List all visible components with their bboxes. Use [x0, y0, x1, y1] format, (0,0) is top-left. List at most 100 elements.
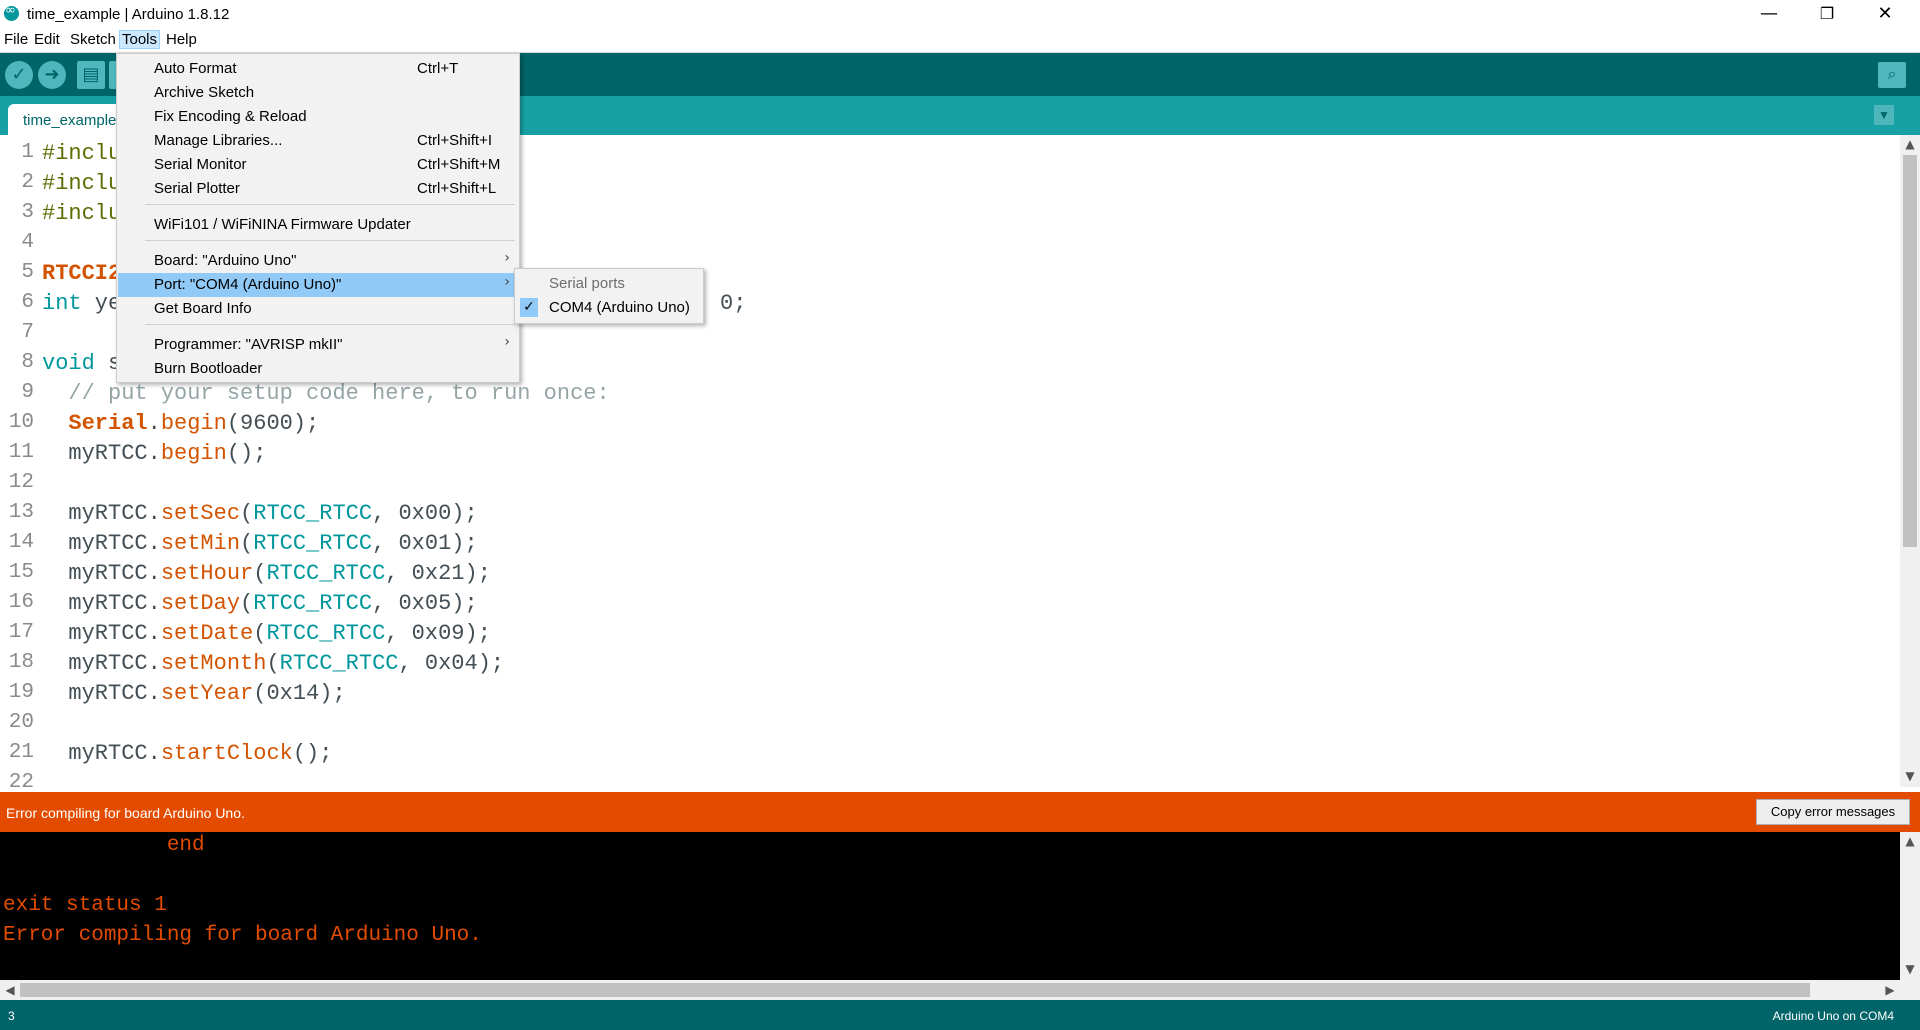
code-text: Serial.begin(9600);: [68, 411, 320, 436]
menu-item-archive-sketch[interactable]: Archive Sketch: [118, 81, 518, 105]
submenu-arrow-icon: ›: [504, 334, 510, 350]
serial-monitor-button[interactable]: ⌕: [1878, 62, 1906, 88]
copy-error-messages-button[interactable]: Copy error messages: [1756, 799, 1910, 825]
line-number: 22: [8, 771, 34, 787]
menu-item-label: Serial Plotter: [154, 180, 240, 197]
menu-item-auto-format[interactable]: Auto Format Ctrl+T: [118, 57, 518, 81]
code-text: #inclu: [42, 141, 122, 166]
menu-item-label: WiFi101 / WiFiNINA Firmware Updater: [154, 216, 411, 233]
menu-separator: [145, 240, 515, 241]
menu-item-shortcut: Ctrl+Shift+I: [417, 132, 493, 149]
code-text: 0;: [720, 291, 747, 316]
scroll-up-icon[interactable]: ▲: [1900, 834, 1920, 848]
menu-separator: [145, 204, 515, 205]
tab-menu-button[interactable]: ▼: [1874, 105, 1894, 125]
line-number: 14: [8, 531, 34, 554]
scrollbar-thumb[interactable]: [20, 983, 1810, 997]
code-text: #inclu: [42, 171, 122, 196]
tools-dropdown-menu: Auto Format Ctrl+T Archive Sketch Fix Enc…: [116, 53, 520, 383]
menu-item-burn-bootloader[interactable]: Burn Bootloader: [118, 357, 518, 381]
line-number: 11: [8, 441, 34, 464]
scroll-down-icon[interactable]: ▼: [1900, 962, 1920, 976]
arduino-logo-icon: [4, 3, 19, 21]
line-number: 20: [8, 711, 34, 734]
status-bar: 3 Arduino Uno on COM4: [0, 1000, 1920, 1030]
close-button[interactable]: ✕: [1862, 0, 1908, 29]
line-number: 15: [8, 561, 34, 584]
line-number: 12: [8, 471, 34, 494]
menu-item-firmware-updater[interactable]: WiFi101 / WiFiNINA Firmware Updater: [118, 213, 518, 237]
line-number: 19: [8, 681, 34, 704]
code-text: int ye: [42, 291, 122, 316]
menu-item-port[interactable]: Port: "COM4 (Arduino Uno)" ›: [118, 273, 518, 297]
menu-file[interactable]: File: [2, 31, 30, 48]
scroll-right-icon[interactable]: ▶: [1880, 983, 1900, 997]
menu-item-programmer[interactable]: Programmer: "AVRISP mkII" ›: [118, 333, 518, 357]
menu-item-shortcut: Ctrl+T: [417, 60, 459, 77]
line-number: 2: [21, 171, 34, 194]
submenu-arrow-icon: ›: [504, 274, 510, 290]
line-number: 17: [8, 621, 34, 644]
code-text: myRTCC.setDay(RTCC_RTCC, 0x05);: [42, 591, 478, 616]
line-number: 10: [8, 411, 34, 434]
minimize-button[interactable]: —: [1746, 0, 1792, 29]
line-number: 3: [21, 201, 34, 224]
code-text: myRTCC.setSec(RTCC_RTCC, 0x00);: [42, 501, 478, 526]
menu-item-label: Programmer: "AVRISP mkII": [154, 336, 343, 353]
menu-item-board[interactable]: Board: "Arduino Uno" ›: [118, 249, 518, 273]
scroll-left-icon[interactable]: ◀: [0, 983, 20, 997]
code-text: myRTCC.setHour(RTCC_RTCC, 0x21);: [42, 561, 491, 586]
menu-item-fix-encoding[interactable]: Fix Encoding & Reload: [118, 105, 518, 129]
menu-item-label: Fix Encoding & Reload: [154, 108, 307, 125]
line-number: 8: [21, 351, 34, 374]
menu-item-manage-libraries[interactable]: Manage Libraries... Ctrl+Shift+I: [118, 129, 518, 153]
code-text: #inclu: [42, 201, 122, 226]
scrollbar-thumb[interactable]: [1903, 155, 1917, 547]
menu-separator: [145, 324, 515, 325]
menu-item-label: Auto Format: [154, 60, 237, 77]
console-scrollbar[interactable]: ▲ ▼: [1900, 832, 1920, 980]
line-number: 16: [8, 591, 34, 614]
code-text: void s: [42, 351, 122, 376]
serial-ports-header: Serial ports: [549, 275, 625, 292]
console-line: exit status 1: [3, 894, 167, 917]
menu-tools[interactable]: Tools: [119, 30, 161, 49]
error-bar: Error compiling for board Arduino Uno. C…: [0, 792, 1920, 832]
scroll-down-icon[interactable]: ▼: [1900, 769, 1920, 783]
editor-scrollbar[interactable]: ▲ ▼: [1900, 135, 1920, 787]
verify-button[interactable]: ✓: [5, 61, 33, 89]
menu-item-shortcut: Ctrl+Shift+M: [417, 156, 501, 173]
menu-sketch[interactable]: Sketch: [68, 31, 118, 48]
new-sketch-button[interactable]: ▤: [77, 61, 105, 89]
title-bar: time_example | Arduino 1.8.12 — ❐ ✕: [0, 0, 1920, 29]
menu-item-label: Board: "Arduino Uno": [154, 252, 297, 269]
menu-help[interactable]: Help: [164, 31, 199, 48]
menu-item-get-board-info[interactable]: Get Board Info: [118, 297, 518, 321]
code-text: myRTCC.setMin(RTCC_RTCC, 0x01);: [42, 531, 478, 556]
menu-item-label: Serial Monitor: [154, 156, 247, 173]
line-number: 4: [21, 231, 34, 254]
scroll-up-icon[interactable]: ▲: [1900, 137, 1920, 151]
code-text: myRTCC.setMonth(RTCC_RTCC, 0x04);: [42, 651, 505, 676]
menu-edit[interactable]: Edit: [32, 31, 62, 48]
menu-bar: File Edit Sketch Tools Help: [0, 29, 1920, 53]
line-number: 7: [21, 321, 34, 344]
line-number: 6: [21, 291, 34, 314]
menu-item-serial-plotter[interactable]: Serial Plotter Ctrl+Shift+L: [118, 177, 518, 201]
console-horizontal-scrollbar[interactable]: ◀ ▶: [0, 980, 1920, 1000]
port-item-com4[interactable]: ✓ COM4 (Arduino Uno): [516, 296, 702, 320]
menu-item-serial-monitor[interactable]: Serial Monitor Ctrl+Shift+M: [118, 153, 518, 177]
line-number: 18: [8, 651, 34, 674]
tab-time-example[interactable]: time_example: [8, 104, 128, 135]
console-line: end: [3, 834, 205, 857]
line-number: 1: [21, 141, 34, 164]
maximize-button[interactable]: ❐: [1804, 0, 1850, 29]
menu-item-shortcut: Ctrl+Shift+L: [417, 180, 497, 197]
console-output[interactable]: end exit status 1 Error compiling for bo…: [0, 832, 1900, 980]
upload-button[interactable]: ➜: [38, 61, 66, 89]
line-number: 9: [21, 381, 34, 404]
code-text: // put your setup code here, to run once…: [42, 381, 610, 406]
code-text: myRTCC.begin();: [42, 441, 267, 466]
port-submenu: Serial ports ✓ COM4 (Arduino Uno): [514, 268, 704, 324]
menu-item-label: Burn Bootloader: [154, 360, 263, 377]
